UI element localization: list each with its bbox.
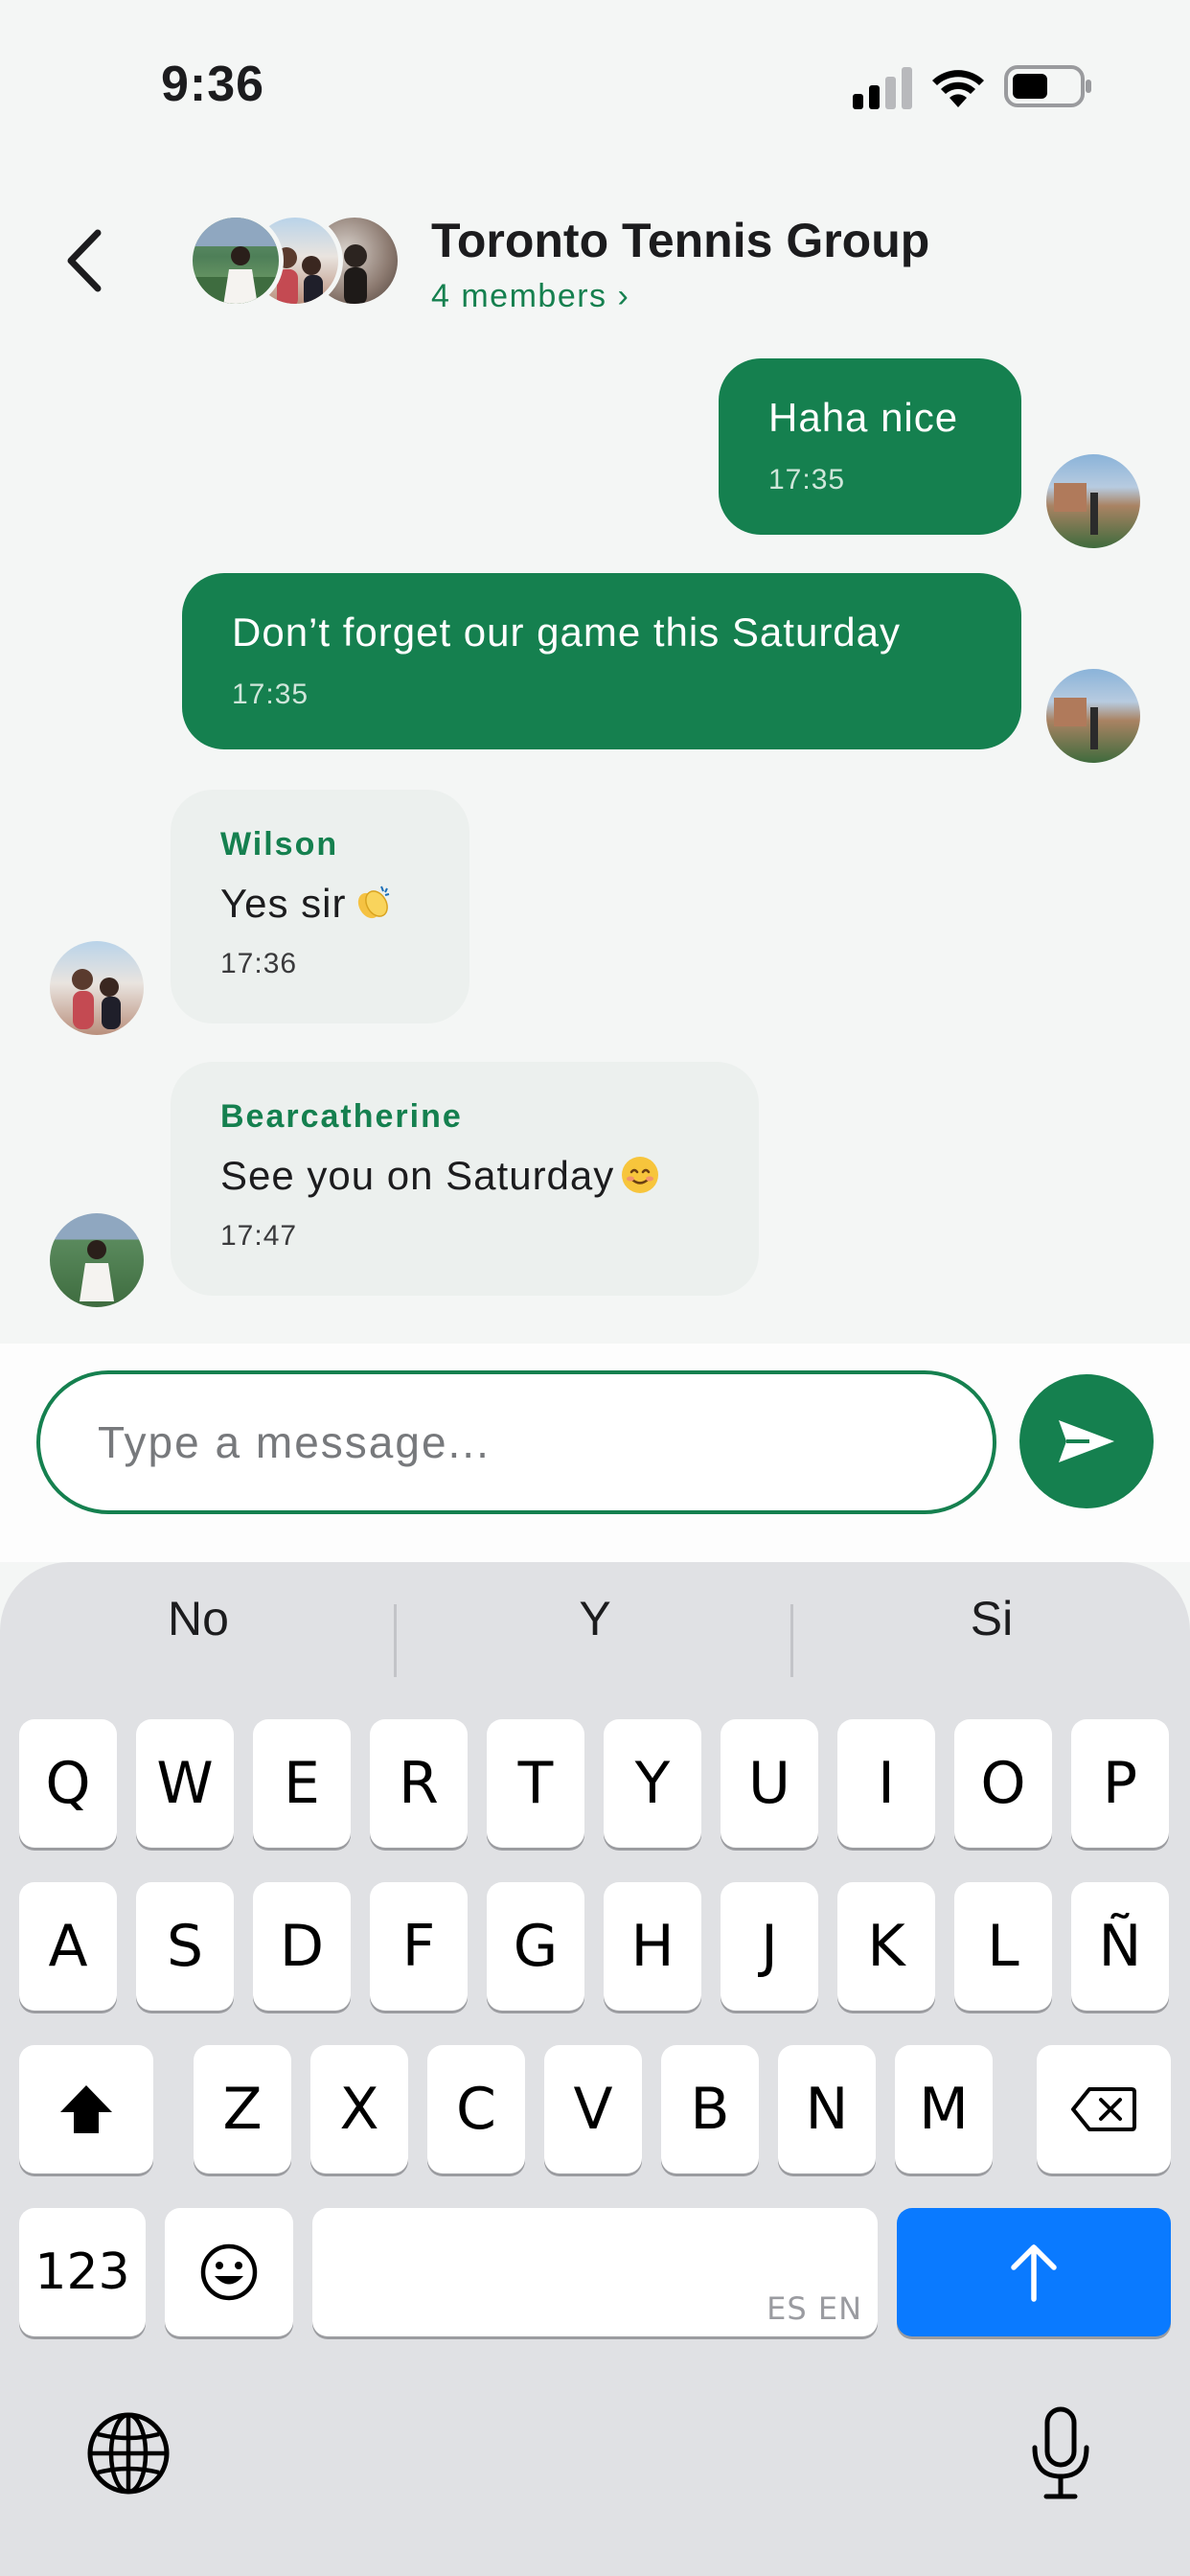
- key-k[interactable]: K: [837, 1882, 935, 2011]
- key-b[interactable]: B: [661, 2045, 759, 2174]
- avatar: [188, 213, 284, 309]
- status-time: 9:36: [161, 57, 265, 112]
- numbers-key[interactable]: 123: [19, 2208, 146, 2336]
- send-icon: [1059, 1420, 1114, 1462]
- key-w[interactable]: W: [136, 1719, 234, 1848]
- message-text: Haha nice: [768, 395, 959, 440]
- shift-icon: [60, 2085, 112, 2133]
- key-t[interactable]: T: [487, 1719, 584, 1848]
- backspace-key[interactable]: [1037, 2045, 1171, 2174]
- key-f[interactable]: F: [370, 1882, 468, 2011]
- key-s[interactable]: S: [136, 1882, 234, 2011]
- incoming-message[interactable]: Bearcatherine See you on Saturday 17:47: [171, 1062, 759, 1296]
- message-text: Don’t forget our game this Saturday: [232, 610, 902, 655]
- message-text: See you on Saturday: [220, 1153, 709, 1199]
- globe-icon: [87, 2412, 170, 2495]
- outgoing-message[interactable]: Don’t forget our game this Saturday 17:3…: [182, 573, 1021, 749]
- dictation-button[interactable]: [1027, 2405, 1094, 2501]
- message-list[interactable]: Haha nice 17:35 Don’t forget our game th…: [0, 335, 1190, 1342]
- status-bar: 9:36: [0, 0, 1190, 172]
- key-u[interactable]: U: [721, 1719, 818, 1848]
- globe-button[interactable]: [82, 2407, 174, 2499]
- clapping-hands-icon: [357, 886, 389, 919]
- key-q[interactable]: Q: [19, 1719, 117, 1848]
- wifi-icon: [932, 70, 984, 107]
- suggestion-item[interactable]: Si: [793, 1591, 1190, 1646]
- key-o[interactable]: O: [954, 1719, 1052, 1848]
- key-m[interactable]: M: [895, 2045, 993, 2174]
- key-h[interactable]: H: [604, 1882, 701, 2011]
- keyboard: No Y Si Q W E R T Y U I O P A S D F G H …: [0, 1562, 1190, 2576]
- message-sender: Wilson: [220, 826, 339, 862]
- key-x[interactable]: X: [310, 2045, 408, 2174]
- emoji-key[interactable]: [165, 2208, 293, 2336]
- key-z[interactable]: Z: [194, 2045, 291, 2174]
- space-key[interactable]: ES EN: [312, 2208, 878, 2336]
- message-time: 17:36: [220, 948, 298, 979]
- message-time: 17:35: [768, 464, 846, 495]
- group-avatar-stack[interactable]: [188, 213, 408, 309]
- smiling-face-icon: [622, 1157, 659, 1193]
- composer: [0, 1344, 1190, 1562]
- message-time: 17:35: [232, 678, 309, 710]
- suggestion-item[interactable]: No: [0, 1591, 397, 1646]
- group-title[interactable]: Toronto Tennis Group: [431, 213, 929, 268]
- return-key[interactable]: [897, 2208, 1171, 2336]
- space-language-label: ES EN: [767, 2290, 862, 2327]
- key-c[interactable]: C: [427, 2045, 525, 2174]
- key-i[interactable]: I: [837, 1719, 935, 1848]
- message-time: 17:47: [220, 1220, 298, 1252]
- avatar: [50, 941, 144, 1035]
- back-button[interactable]: [56, 222, 113, 299]
- message-sender: Bearcatherine: [220, 1098, 463, 1135]
- outgoing-message[interactable]: Haha nice 17:35: [719, 358, 1021, 535]
- key-n[interactable]: N: [778, 2045, 876, 2174]
- key-v[interactable]: V: [544, 2045, 642, 2174]
- incoming-message[interactable]: Wilson Yes sir 17:36: [171, 790, 469, 1024]
- avatar: [50, 1213, 144, 1307]
- avatar: [1046, 669, 1140, 763]
- avatar: [1046, 454, 1140, 548]
- shift-key[interactable]: [19, 2045, 153, 2174]
- chat-header: Toronto Tennis Group 4 members ›: [0, 172, 1190, 335]
- backspace-icon: [1071, 2087, 1136, 2131]
- return-arrow-icon: [1011, 2244, 1057, 2302]
- key-p[interactable]: P: [1071, 1719, 1169, 1848]
- key-a[interactable]: A: [19, 1882, 117, 2011]
- suggestion-bar: No Y Si: [0, 1562, 1190, 1706]
- battery-icon: [1004, 65, 1091, 107]
- message-input[interactable]: [36, 1370, 996, 1514]
- send-button[interactable]: [1019, 1374, 1154, 1508]
- key-r[interactable]: R: [370, 1719, 468, 1848]
- key-j[interactable]: J: [721, 1882, 818, 2011]
- signal-icon: [853, 67, 912, 109]
- microphone-icon: [1032, 2406, 1089, 2499]
- key-l[interactable]: L: [954, 1882, 1052, 2011]
- members-link[interactable]: 4 members ›: [431, 278, 629, 315]
- message-text: Yes sir: [220, 881, 420, 927]
- suggestion-item[interactable]: Y: [397, 1591, 793, 1646]
- key-d[interactable]: D: [253, 1882, 351, 2011]
- key-enye[interactable]: Ñ: [1071, 1882, 1169, 2011]
- emoji-icon: [200, 2243, 258, 2301]
- key-g[interactable]: G: [487, 1882, 584, 2011]
- back-chevron-icon: [67, 229, 102, 292]
- key-y[interactable]: Y: [604, 1719, 701, 1848]
- key-e[interactable]: E: [253, 1719, 351, 1848]
